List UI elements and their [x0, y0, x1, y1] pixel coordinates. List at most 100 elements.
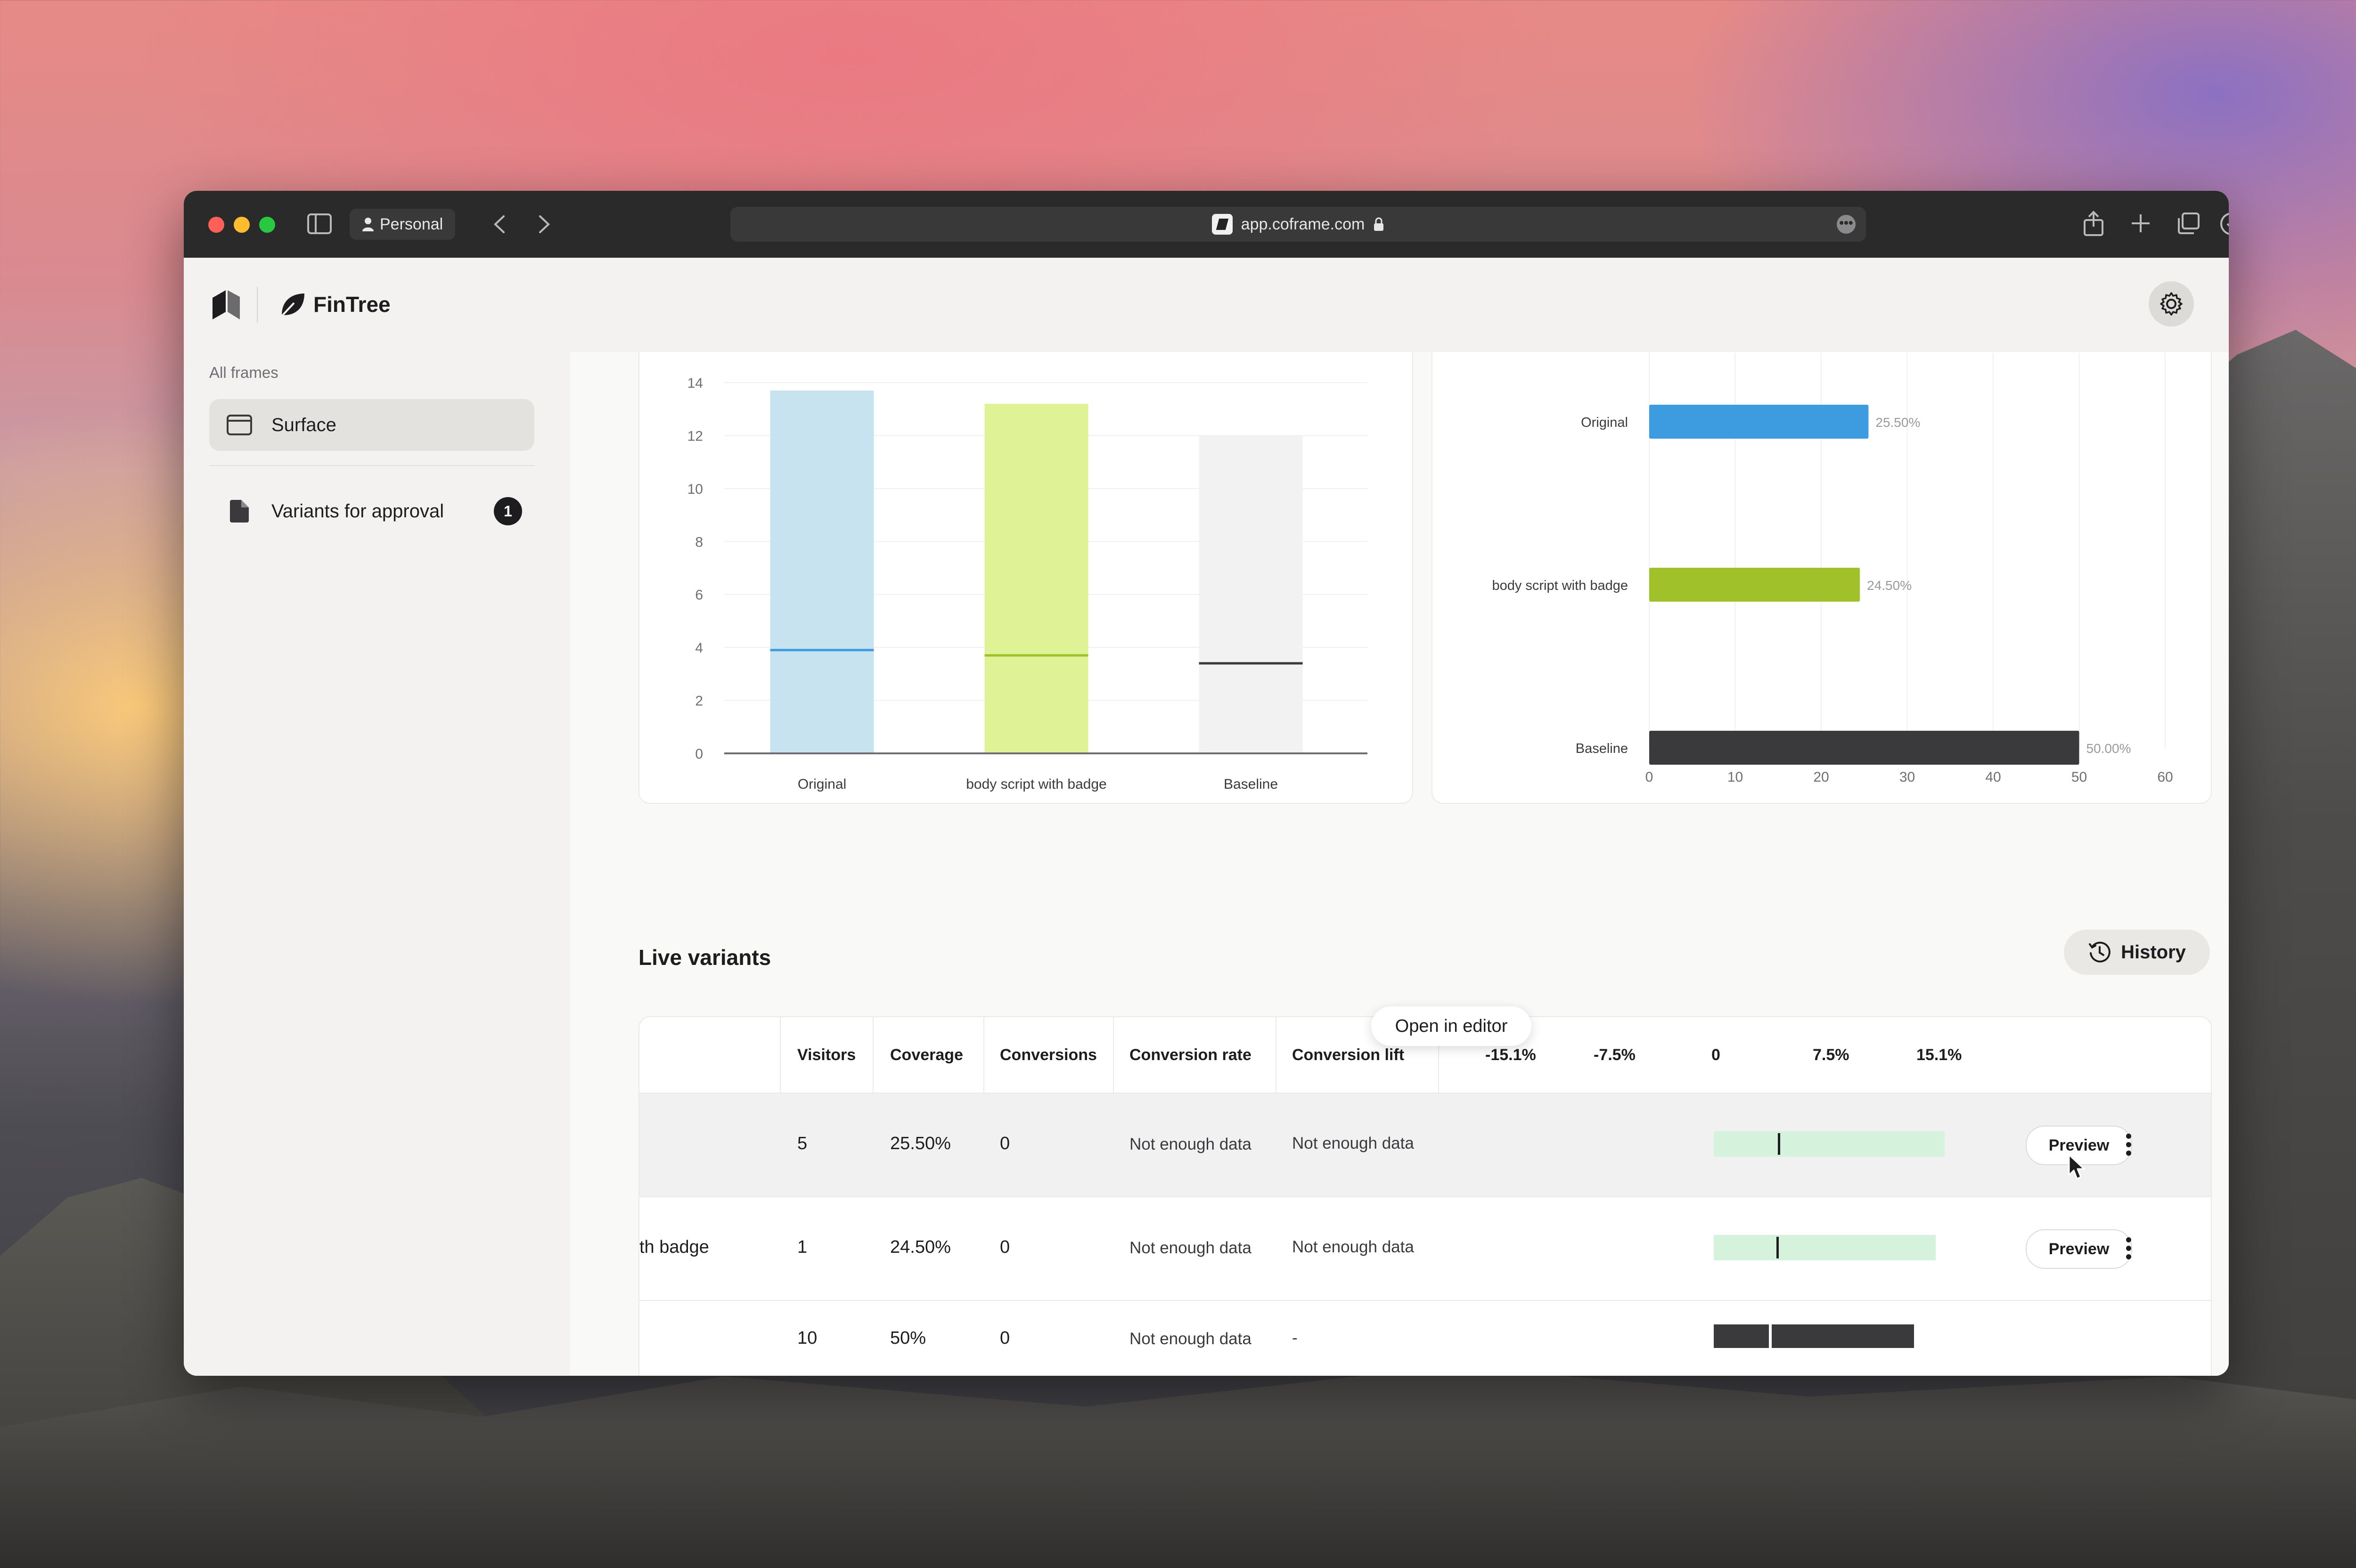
close-window-button[interactable] — [208, 217, 224, 233]
gear-icon — [2160, 292, 2183, 316]
scale-label: 7.5% — [1813, 1046, 1849, 1064]
table-row[interactable]: th badge 1 24.50% 0 Not enough data Not … — [639, 1196, 2211, 1301]
zoom-window-button[interactable] — [259, 217, 275, 233]
ci-marker — [1776, 1237, 1779, 1258]
scale-label: -7.5% — [1594, 1046, 1636, 1064]
leaf-logo-icon — [278, 291, 306, 319]
sidebar: All frames Surface Variants for approval… — [184, 352, 570, 1376]
visitors-value: 5 — [797, 1134, 808, 1153]
sidebar-toggle-icon[interactable] — [307, 213, 332, 237]
history-label: History — [2121, 941, 2186, 963]
open-in-editor-tooltip: Open in editor — [1371, 1006, 1531, 1046]
column-header-conversion-rate[interactable]: Conversion rate — [1129, 1017, 1252, 1093]
column-divider — [1113, 1017, 1114, 1093]
column-header-conversions[interactable]: Conversions — [1000, 1017, 1097, 1093]
coverage-bar-chart: 0 10 20 30 40 50 60 Original 25.50% body script w… — [1492, 353, 2173, 785]
page-options-icon[interactable]: ••• — [1837, 215, 1856, 234]
bar — [984, 403, 1088, 753]
confidence-interval-bar — [1714, 1235, 1936, 1260]
y-tick-label: 2 — [695, 694, 703, 709]
downloads-icon[interactable] — [2219, 212, 2229, 239]
window-icon — [226, 412, 253, 438]
table-row[interactable]: 10 50% 0 Not enough data - — [639, 1300, 2211, 1376]
mouse-cursor-icon — [2068, 1153, 2086, 1184]
bar — [1649, 405, 1869, 439]
visitors-value: 10 — [797, 1328, 818, 1348]
y-tick-label: 0 — [695, 746, 703, 762]
y-tick-label: Baseline — [1576, 741, 1628, 756]
x-tick-label: 60 — [2157, 769, 2173, 785]
y-tick-label: Original — [1581, 415, 1628, 430]
back-icon[interactable] — [492, 214, 507, 237]
new-tab-icon[interactable] — [2130, 212, 2151, 237]
column-divider — [873, 1017, 874, 1093]
bar — [1649, 568, 1860, 602]
x-tick-label: 40 — [1985, 769, 2001, 785]
profile-switcher[interactable]: Personal — [350, 209, 456, 240]
x-tick-label: Original — [798, 776, 846, 792]
data-label: 50.00% — [2086, 741, 2131, 756]
preview-button[interactable]: Preview — [2026, 1229, 2132, 1269]
live-variants-table: Visitors Coverage Conversions Conversion… — [638, 1016, 2212, 1376]
horizontal-bar-chart-card: 0 10 20 30 40 50 60 Original 25.50% body script w… — [1432, 352, 2212, 804]
bar — [1199, 435, 1303, 753]
vertical-bar-chart-card: 0 2 4 6 8 10 12 14 Original body script with badg… — [638, 352, 1413, 804]
share-icon[interactable] — [2083, 211, 2104, 240]
x-tick-label: 30 — [1899, 769, 1915, 785]
app-root: FinTree All frames Surface Variants for … — [184, 258, 2229, 1376]
conversions-value: 0 — [1000, 1237, 1010, 1257]
conversion-rate-value: Not enough data — [1129, 1330, 1252, 1348]
lock-icon — [1374, 217, 1384, 231]
sidebar-item-label: Variants for approval — [271, 500, 444, 522]
y-tick-label: 10 — [687, 482, 703, 497]
confidence-interval-bar — [1714, 1131, 1945, 1157]
ci-marker — [1778, 1133, 1781, 1155]
settings-button[interactable] — [2149, 281, 2194, 327]
y-tick-label: 8 — [695, 534, 703, 550]
x-tick-label: body script with badge — [966, 776, 1107, 792]
y-tick-label: 12 — [687, 428, 703, 444]
y-tick-label: 14 — [687, 376, 703, 391]
data-label: 25.50% — [1875, 415, 1920, 430]
history-button[interactable]: History — [2064, 930, 2210, 975]
column-header-coverage[interactable]: Coverage — [890, 1017, 963, 1093]
person-icon — [362, 218, 374, 231]
confidence-interval-bar — [1714, 1324, 1914, 1348]
bar — [1649, 731, 2079, 765]
history-icon — [2089, 941, 2111, 963]
x-tick-label: 50 — [2071, 769, 2087, 785]
document-icon — [226, 498, 253, 524]
column-divider — [780, 1017, 781, 1093]
profile-name: Personal — [380, 215, 443, 233]
sidebar-item-label: Surface — [271, 414, 336, 435]
column-divider — [983, 1017, 984, 1093]
conversion-lift-value: - — [1292, 1329, 1298, 1347]
conversions-bar-chart: 0 2 4 6 8 10 12 14 Original body script with badg… — [687, 376, 1367, 792]
row-menu-icon[interactable] — [2119, 1229, 2138, 1267]
x-tick-label: 20 — [1813, 769, 1829, 785]
conversion-rate-value: Not enough data — [1129, 1135, 1252, 1153]
url-text: app.coframe.com — [1241, 215, 1365, 233]
sidebar-item-surface[interactable]: Surface — [209, 399, 534, 451]
count-badge: 1 — [494, 497, 522, 525]
forward-icon[interactable] — [537, 214, 551, 237]
column-header-visitors[interactable]: Visitors — [797, 1017, 856, 1093]
site-favicon-icon — [1211, 214, 1233, 235]
conversions-value: 0 — [1000, 1134, 1010, 1153]
scale-label: 15.1% — [1916, 1046, 1962, 1064]
app-header: FinTree — [184, 258, 2229, 352]
sidebar-divider — [209, 465, 534, 466]
main-content: 0 2 4 6 8 10 12 14 Original body script with badg… — [570, 352, 2229, 1376]
minimize-window-button[interactable] — [234, 217, 250, 233]
header-divider — [257, 287, 258, 323]
tab-overview-icon[interactable] — [2176, 212, 2201, 238]
coframe-logo-icon[interactable] — [210, 288, 243, 321]
address-bar[interactable]: app.coframe.com ••• — [730, 207, 1866, 242]
y-tick-label: 6 — [695, 588, 703, 603]
sidebar-item-variants-for-approval[interactable]: Variants for approval 1 — [209, 485, 534, 537]
app-name[interactable]: FinTree — [313, 292, 391, 317]
table-row[interactable]: 5 25.50% 0 Not enough data Not enough da… — [639, 1093, 2211, 1197]
row-menu-icon[interactable] — [2119, 1126, 2138, 1163]
conversion-rate-value: Not enough data — [1129, 1239, 1252, 1257]
visitors-value: 1 — [797, 1237, 808, 1257]
